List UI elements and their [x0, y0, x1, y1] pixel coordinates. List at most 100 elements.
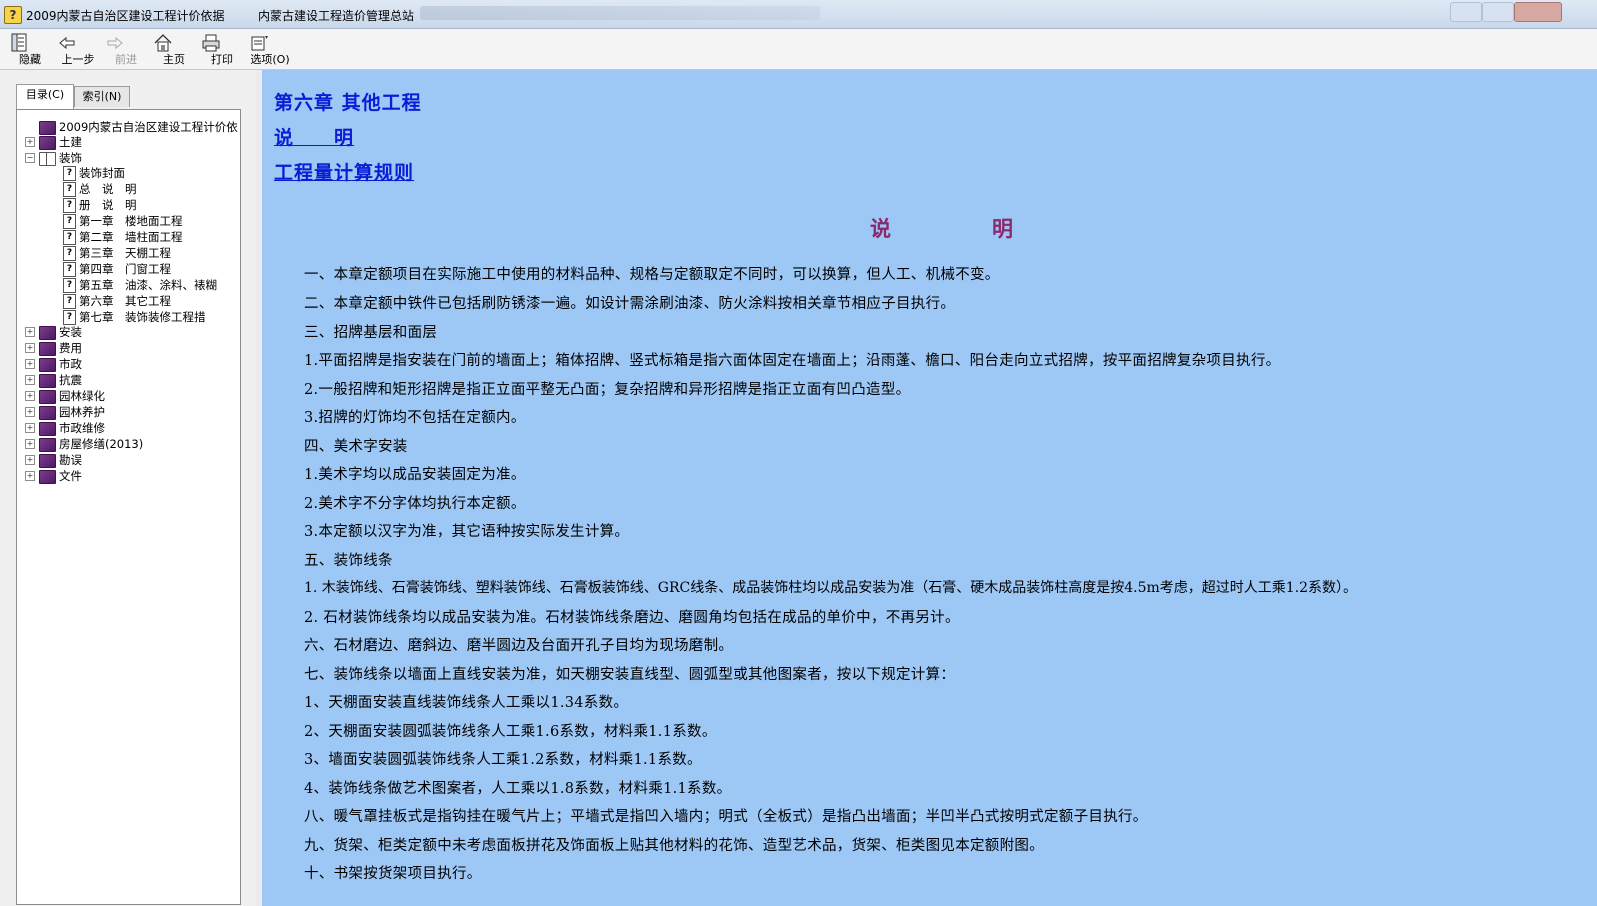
toolbar: 隐藏 上一步 前进 主页 打印 选项(O) [0, 29, 1597, 70]
paragraph: 十、书架按货架项目执行。 [304, 866, 482, 882]
paragraph: 2.一般招牌和矩形招牌是指正立面平整无凸面；复杂招牌和异形招牌是指正立面有凹凸造… [304, 382, 911, 398]
minimize-button[interactable] [1450, 2, 1482, 22]
expand-plus-icon[interactable]: + [25, 439, 35, 449]
expand-plus-icon[interactable]: + [25, 471, 35, 481]
help-page-icon: ? [63, 278, 76, 293]
tree-item-label: 园林绿化 [59, 389, 105, 403]
tree-item-label: 第五章 油漆、涂料、裱糊 [79, 278, 217, 292]
tree-item-label: 市政 [59, 357, 82, 371]
tree-item-label: 装饰封面 [79, 166, 125, 180]
expand-plus-icon[interactable]: + [25, 137, 35, 147]
calculation-rules-link[interactable]: 工程量计算规则 [274, 158, 414, 185]
section-heading-left: 说 [870, 216, 891, 241]
book-icon [39, 121, 56, 135]
expand-plus-icon[interactable]: + [25, 327, 35, 337]
explanation-link[interactable]: 说 明 [274, 123, 354, 150]
title-bar: ? 2009内蒙古自治区建设工程计价依据 内蒙古建设工程造价管理总站 [0, 0, 1597, 29]
back-arrow-icon [59, 36, 75, 50]
home-button[interactable]: 主页 [152, 30, 196, 68]
expand-plus-icon[interactable]: + [25, 391, 35, 401]
hide-button[interactable]: 隐藏 [8, 30, 52, 68]
expand-plus-icon[interactable]: + [25, 423, 35, 433]
paragraph: 九、货架、柜类定额中未考虑面板拼花及饰面板上贴其他材料的花饰、造型艺术品，货架、… [304, 838, 1044, 854]
tree-item-label: 抗震 [59, 373, 82, 387]
tree-item-label: 土建 [59, 135, 82, 149]
tree-item-label: 勘误 [59, 453, 82, 467]
forward-button[interactable]: 前进 [104, 30, 148, 68]
tree-item-label: 第四章 门窗工程 [79, 262, 171, 276]
hide-icon [11, 33, 27, 52]
paragraph: 四、美术字安装 [304, 439, 408, 455]
tree-item-label: 总 说 明 [79, 182, 137, 196]
forward-arrow-icon [107, 36, 123, 50]
contents-tree[interactable]: 2009内蒙古自治区建设工程计价依 + 土建 − 装饰 ? 装饰封面 ? 总 说… [16, 109, 241, 905]
book-icon [39, 358, 56, 372]
paragraph: 3.招牌的灯饰均不包括在定额内。 [304, 410, 526, 426]
blurred-path [420, 6, 820, 20]
tree-item-label: 第三章 天棚工程 [79, 246, 171, 260]
help-page-icon: ? [63, 182, 76, 197]
book-icon [39, 136, 56, 150]
paragraph: 2. 石材装饰线条均以成品安装为准。石材装饰线条磨边、磨圆角均包括在成品的单价中… [304, 610, 960, 626]
book-icon [39, 390, 56, 404]
options-button[interactable]: 选项(O) [248, 30, 292, 68]
help-page-icon: ? [63, 230, 76, 245]
expand-plus-icon[interactable]: + [25, 375, 35, 385]
expand-plus-icon[interactable]: + [25, 343, 35, 353]
window-subtitle: 内蒙古建设工程造价管理总站 [258, 9, 415, 23]
chapter-title-link[interactable]: 第六章 其他工程 [274, 88, 422, 115]
tree-item-label: 费用 [59, 341, 82, 355]
home-label: 主页 [163, 53, 185, 66]
print-icon [202, 34, 220, 52]
expand-plus-icon[interactable]: + [25, 407, 35, 417]
tree-item-label: 第一章 楼地面工程 [79, 214, 183, 228]
book-icon [39, 454, 56, 468]
maximize-button[interactable] [1482, 2, 1514, 22]
paragraph: 1.美术字均以成品安装固定为准。 [304, 467, 526, 483]
open-book-icon [39, 152, 56, 166]
book-icon [39, 342, 56, 356]
help-page-icon: ? [63, 214, 76, 229]
help-page-icon: ? [63, 246, 76, 261]
tab-contents[interactable]: 目录(C) [16, 84, 74, 109]
close-button[interactable] [1514, 2, 1562, 22]
back-label: 上一步 [61, 53, 95, 66]
paragraph: 三、招牌基层和面层 [304, 325, 438, 341]
help-page-icon: ? [63, 294, 76, 309]
expand-plus-icon[interactable]: + [25, 359, 35, 369]
paragraph: 一、本章定额项目在实际施工中使用的材料品种、规格与定额取定不同时，可以换算，但人… [304, 267, 1000, 283]
book-icon [39, 422, 56, 436]
help-app-icon: ? [4, 6, 22, 24]
navigation-pane: 目录(C) 索引(N) 2009内蒙古自治区建设工程计价依 + 土建 − 装饰 … [0, 70, 257, 906]
help-page-icon: ? [63, 198, 76, 213]
tree-item-label: 安装 [59, 325, 82, 339]
tree-item-label: 房屋修缮(2013) [59, 437, 144, 451]
paragraph: 二、本章定额中铁件已包括刷防锈漆一遍。如设计需涂刷油漆、防火涂料按相关章节相应子… [304, 296, 956, 312]
book-icon [39, 374, 56, 388]
tab-index[interactable]: 索引(N) [74, 86, 130, 107]
tree-item-label: 第六章 其它工程 [79, 294, 171, 308]
print-button[interactable]: 打印 [200, 30, 244, 68]
tree-item-label: 第二章 墙柱面工程 [79, 230, 183, 244]
paragraph: 3、墙面安装圆弧装饰线条人工乘1.2系数，材料乘1.1系数。 [304, 752, 702, 768]
options-icon [251, 36, 268, 51]
help-page-icon: ? [63, 310, 76, 325]
hide-label: 隐藏 [19, 53, 41, 66]
paragraph: 七、装饰线条以墙面上直线安装为准，如天棚安装直线型、圆弧型或其他图案者，按以下规… [304, 667, 956, 683]
paragraph: 1.平面招牌是指安装在门前的墙面上；箱体招牌、竖式标箱是指六面体固定在墙面上；沿… [304, 353, 1281, 369]
options-label: 选项(O) [250, 53, 290, 66]
book-icon [39, 438, 56, 452]
paragraph: 2、天棚面安装圆弧装饰线条人工乘1.6系数，材料乘1.1系数。 [304, 724, 717, 740]
tree-item-label: 册 说 明 [79, 198, 137, 212]
paragraph: 八、暖气罩挂板式是指钩挂在暖气片上；平墙式是指凹入墙内；明式（全板式）是指凸出墙… [304, 809, 1148, 825]
expand-plus-icon[interactable]: + [25, 455, 35, 465]
book-icon [39, 470, 56, 484]
book-icon [39, 326, 56, 340]
collapse-minus-icon[interactable]: − [25, 153, 35, 163]
home-icon [154, 34, 172, 52]
section-heading-right: 明 [992, 216, 1013, 241]
tree-item-label: 2009内蒙古自治区建设工程计价依 [59, 120, 238, 134]
tree-item-label: 装饰 [59, 151, 82, 165]
back-button[interactable]: 上一步 [56, 30, 100, 68]
print-label: 打印 [211, 53, 233, 66]
